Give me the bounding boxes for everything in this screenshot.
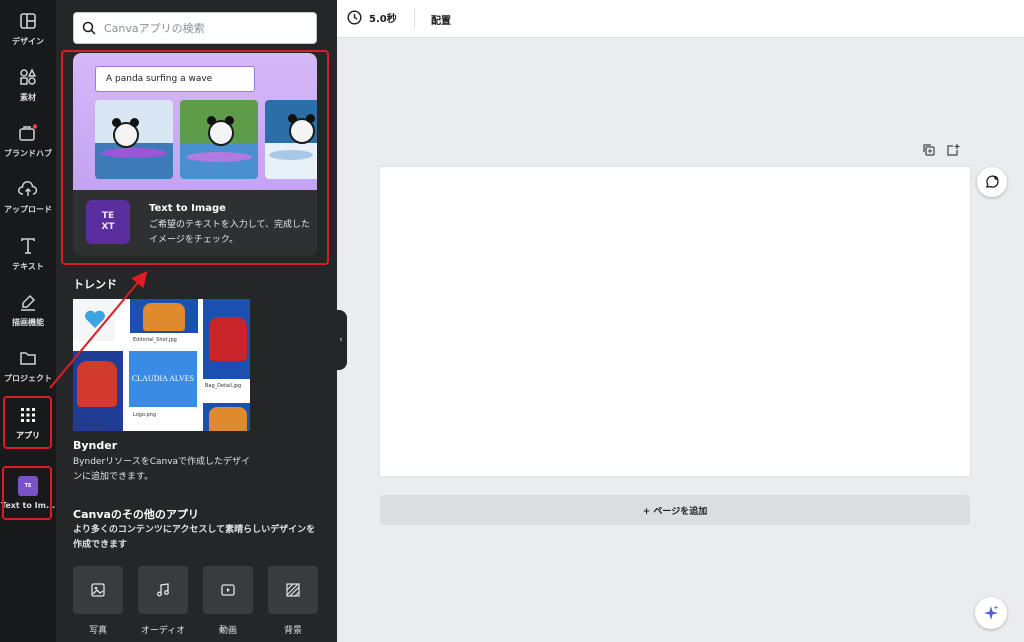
chevron-left-icon: ‹ [339,335,343,345]
rail-label: 描画機能 [12,317,44,327]
rail-label: テキスト [12,261,44,271]
category-video[interactable]: 動画 [203,566,253,636]
toolbar-divider [414,9,415,29]
bynder-title[interactable]: Bynder [73,439,117,452]
music-note-icon [157,583,169,597]
rail-item-elements[interactable]: 素材 [0,58,56,110]
rail-label: ブランドハブ [4,148,52,158]
vertical-scrollbar[interactable] [1016,40,1022,630]
rail-item-text[interactable]: テキスト [0,227,56,279]
add-comment-button[interactable] [977,167,1007,197]
rail-item-projects[interactable]: プロジェクト [0,339,56,391]
horizontal-scrollbar[interactable] [340,636,1016,642]
comment-icon [986,175,999,188]
rail-item-draw[interactable]: 描画機能 [0,283,56,335]
duration-button[interactable]: 5.0秒 [347,10,397,25]
upload-icon [17,178,39,200]
add-page-button[interactable]: + ページを追加 [380,495,970,525]
design-page[interactable] [380,167,970,476]
clock-icon [347,10,362,25]
side-nav-rail: デザイン 素材 ブランドハブ アップロード テキスト 描画機能 プロジェクト ア… [0,0,56,642]
brand-icon [17,122,39,144]
editor-toolbar: 5.0秒 配置 [337,0,1024,38]
bynder-description: BynderリソースをCanvaで作成したデザインに追加できます。 [73,457,251,482]
heart-logo-icon [85,310,105,328]
rail-item-brand-hub[interactable]: ブランドハブ [0,114,56,166]
rail-item-design[interactable]: デザイン [0,2,56,54]
elements-icon [17,66,39,88]
duration-value: 5.0秒 [369,14,397,25]
rail-label: デザイン [12,36,44,46]
folder-icon [17,347,39,369]
other-apps-description: より多くのコンテンツにアクセスして素晴らしいデザインを作成できます [73,525,316,550]
category-backgrounds[interactable]: 背景 [268,566,318,636]
add-page-icon[interactable] [946,143,960,157]
rail-label: プロジェクト [4,373,52,383]
duplicate-page-icon[interactable] [922,143,936,157]
layout-icon [17,10,39,32]
search-icon [82,21,96,35]
rail-label: アップロード [4,204,52,214]
annotation-box-text-to-image [61,50,329,265]
other-apps-title: Canvaのその他のアプリ [73,508,199,521]
category-audio[interactable]: オーディオ [138,566,188,636]
app-search-input[interactable] [104,21,304,35]
video-icon [221,584,235,596]
arrange-button[interactable]: 配置 [431,12,451,27]
collapse-panel-button[interactable]: ‹ [335,310,347,370]
magic-assistant-button[interactable] [975,597,1007,629]
category-photos[interactable]: 写真 [73,566,123,636]
annotation-box-rail-app [2,466,52,520]
bynder-preview[interactable]: ct_Shot.jpg Editorial_Shot.jpg Bag_Detai… [73,299,250,431]
text-icon [17,235,39,257]
rail-item-upload[interactable]: アップロード [0,170,56,222]
photo-icon [91,583,105,597]
sparkle-icon [984,605,999,620]
rail-label: 素材 [20,92,36,102]
annotation-box-apps [3,396,52,449]
trend-section-title: トレンド [73,278,117,291]
claudia-alves-logo: CLAUDIA ALVES [129,351,197,407]
page-tools [922,143,960,157]
background-pattern-icon [286,583,300,597]
draw-icon [17,291,39,313]
app-search-box[interactable] [73,12,317,44]
